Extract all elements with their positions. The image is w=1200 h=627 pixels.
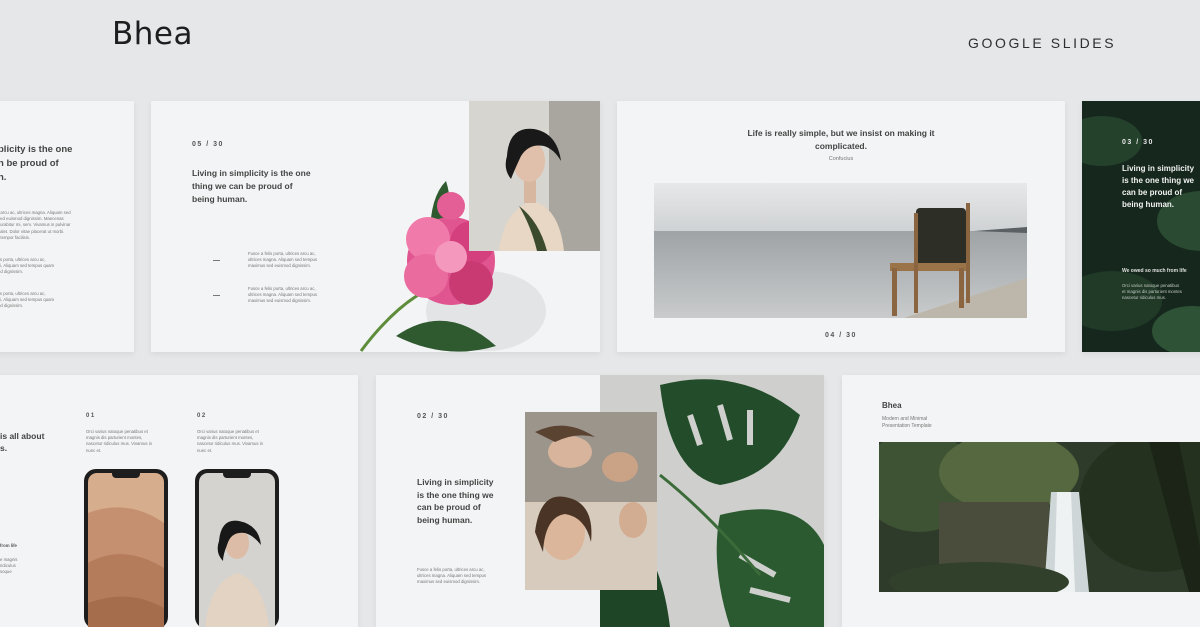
phone-notch xyxy=(223,473,251,478)
women-group-portrait-image xyxy=(525,412,657,590)
slide-body-text: t arcu ac, ultrices magna. Aliquam sed s… xyxy=(0,210,71,240)
waterfall-forest-image xyxy=(879,442,1200,592)
slide-heading: Living in simplicity is the one thing we… xyxy=(417,477,494,525)
slide-subheading: We owed so much from life xyxy=(1122,268,1187,274)
slide-thumbnail-05[interactable]: 05 / 30 Living in simplicity is the one … xyxy=(151,101,600,352)
slide-page-number: 03 / 30 xyxy=(1122,139,1154,146)
slide-thumbnail-title[interactable]: Bhea Modern and Minimal Presentation Tem… xyxy=(842,375,1200,627)
slide-body-text: lis porta, ultrices arcu ac, si, Aliquam… xyxy=(0,291,55,309)
slide-body-text: Orci varius natoque penatibus et magnis … xyxy=(1122,283,1182,301)
desert-dunes-image xyxy=(88,473,164,627)
slide-quote-author: Confucius xyxy=(828,156,854,162)
phone-notch xyxy=(112,473,140,478)
slide-heading: is all about s. xyxy=(0,431,45,453)
slide-quote: Life is really simple, but we insist on … xyxy=(747,128,935,151)
slide-page-number: 02 / 30 xyxy=(417,413,449,420)
slide-body-text: e magnis ridiculus soque xyxy=(0,557,18,575)
slide-heading: Living in simplicity is the one thing we… xyxy=(192,168,311,204)
phone-mockup xyxy=(195,469,279,627)
column-number: 02 xyxy=(197,413,207,419)
slide-thumbnail-04[interactable]: Life is really simple, but we insist on … xyxy=(617,101,1065,352)
brand-title: Bhea xyxy=(112,16,193,52)
slide-heading: Living in simplicity is the one thing we… xyxy=(1122,164,1195,209)
slide-page-number: 05 / 30 xyxy=(192,141,224,148)
woman-portrait-image xyxy=(469,101,600,251)
slide-thumbnail-02[interactable]: 02 / 30 Living in simplicity is the one … xyxy=(376,375,824,627)
slide-list-item: Fusce a felis porta, ultrices arcu ac, u… xyxy=(248,251,318,269)
slide-subtitle: Modern and Minimal Presentation Template xyxy=(882,416,932,429)
column-text: Orci varius natoque penatibus et magnis … xyxy=(197,429,264,453)
column-number: 01 xyxy=(86,413,96,419)
column-text: Orci varius natoque penatibus et magnis … xyxy=(86,429,153,453)
list-dash xyxy=(213,260,220,261)
slide-thumbnail-a[interactable]: plicity is the one n be proud of n. t ar… xyxy=(0,101,134,352)
product-label: GOOGLE SLIDES xyxy=(968,35,1117,51)
slide-subheading: from life xyxy=(0,543,17,548)
slide-page-number: 04 / 30 xyxy=(825,332,857,339)
slide-title: Bhea xyxy=(882,401,902,410)
slide-body-text: lis porta, ultrices arcu ac, si, Aliquam… xyxy=(0,257,55,275)
phone-mockup xyxy=(84,469,168,627)
slide-thumbnail-phones[interactable]: is all about s. from life e magnis ridic… xyxy=(0,375,358,627)
slide-body-text: Fusce a felis porta, ultrices arcu ac, u… xyxy=(417,567,487,585)
woman-portrait-image xyxy=(199,473,275,627)
slide-list-item: Fusce a felis porta, ultrices arcu ac, u… xyxy=(248,286,318,304)
chair-by-sea-image xyxy=(654,183,1027,318)
slide-thumbnail-03[interactable]: 03 / 30 Living in simplicity is the one … xyxy=(1082,101,1200,352)
list-dash xyxy=(213,295,220,296)
slide-heading: plicity is the one n be proud of n. xyxy=(0,144,73,183)
